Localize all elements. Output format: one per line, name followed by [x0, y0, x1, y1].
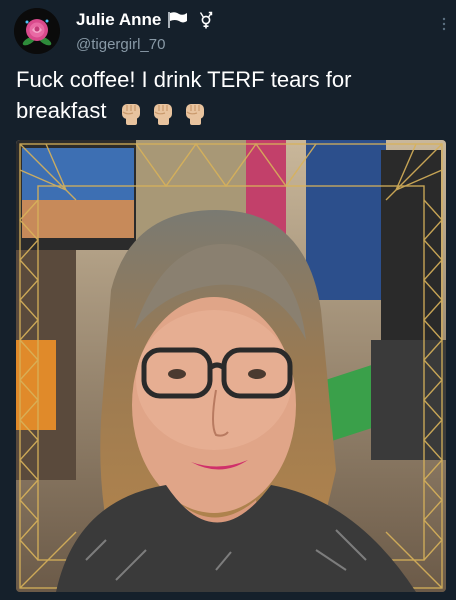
tweet-photo[interactable] [16, 140, 446, 592]
display-name[interactable]: Julie Anne [76, 10, 161, 30]
tweet-card[interactable]: Julie Anne @tigergirl_70 Fuck coffee! I … [0, 0, 456, 600]
avatar[interactable] [14, 8, 60, 54]
raised-fist-icon [117, 98, 145, 126]
raised-fist-icon [149, 98, 177, 126]
tweet-text-block: Fuck coffee! I drink TERF tears for brea… [16, 64, 446, 126]
transgender-symbol-icon [199, 11, 213, 29]
raised-fist-icon [181, 98, 209, 126]
more-options-icon[interactable] [440, 16, 448, 32]
white-flag-icon [167, 11, 193, 29]
name-row: Julie Anne [76, 10, 213, 30]
selfie-photo-image [16, 140, 446, 592]
rose-avatar-image [14, 8, 60, 54]
user-handle[interactable]: @tigergirl_70 [76, 36, 165, 53]
reaction-emojis [117, 98, 209, 126]
